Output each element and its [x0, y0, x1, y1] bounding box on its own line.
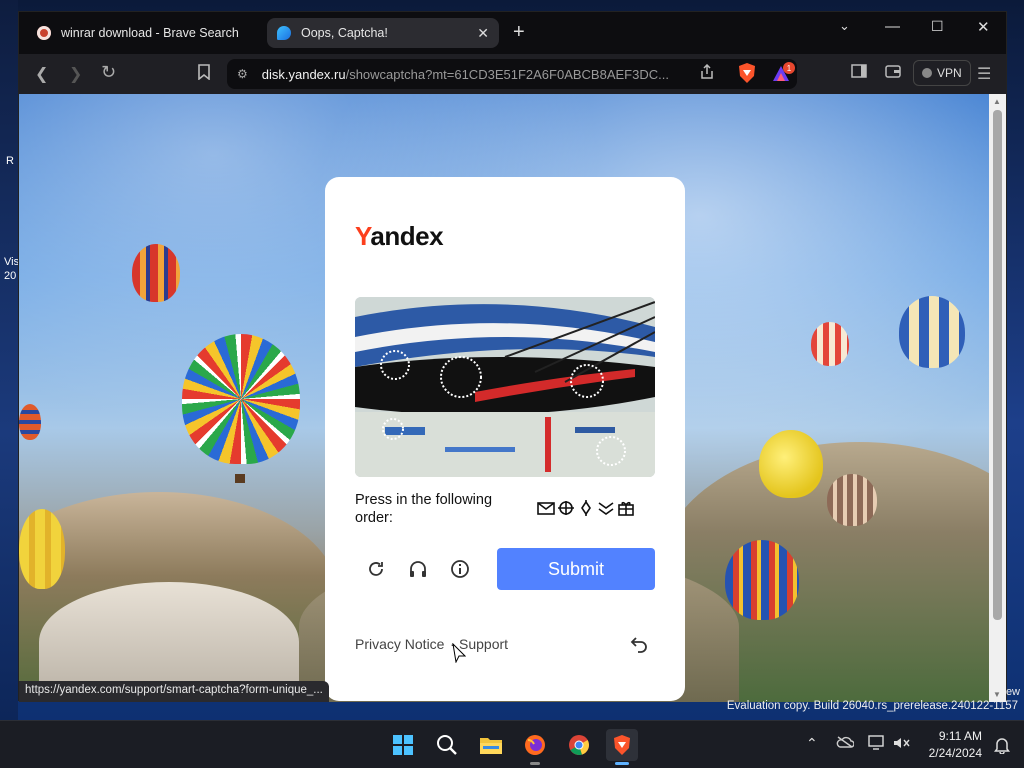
hot-air-balloon [827, 474, 877, 526]
show-hidden-icons-chevron-icon[interactable]: ⌃ [806, 735, 818, 752]
scroll-down-icon[interactable]: ▼ [993, 690, 1001, 699]
captcha-card: Yandex Press in the following order: Sub… [325, 177, 685, 701]
balloon-basket [235, 474, 245, 483]
captcha-image[interactable] [355, 297, 655, 477]
hot-air-balloon [19, 509, 65, 589]
close-tab-icon[interactable]: ✕ [477, 25, 489, 42]
refresh-captcha-icon[interactable] [365, 558, 387, 580]
clock-time: 9:11 AM [938, 729, 982, 743]
double-chevron-icon [597, 499, 615, 517]
brave-shields-icon[interactable] [737, 62, 757, 84]
url-host: disk.yandex.ru [261, 66, 346, 82]
support-link[interactable]: Support [459, 636, 508, 652]
hot-air-balloon [811, 322, 849, 366]
hot-air-balloon [132, 244, 180, 302]
start-icon[interactable] [387, 729, 419, 761]
page-scrollbar[interactable]: ▲ ▼ [989, 94, 1006, 702]
tab-label: winrar download - Brave Search [61, 26, 239, 40]
captcha-instruction: Press in the following order: [355, 492, 493, 526]
vpn-label: VPN [937, 66, 962, 80]
order-icon-sequence [537, 499, 635, 517]
desktop-icon-label: 20 [4, 270, 17, 282]
submit-button[interactable]: Submit [497, 548, 655, 590]
tab-search-chevron-icon[interactable]: ⌄ [839, 18, 850, 34]
minimize-button[interactable]: — [885, 18, 900, 35]
hot-air-balloon [19, 404, 41, 440]
desktop-wallpaper-left: R Vis 20 [0, 0, 20, 720]
link-status-bar: https://yandex.com/support/smart-captcha… [19, 681, 329, 702]
vpn-status-icon [922, 68, 932, 78]
search-icon[interactable] [431, 729, 463, 761]
tab-brave-search[interactable]: winrar download - Brave Search [27, 18, 265, 48]
yandex-disk-favicon-icon [277, 26, 291, 40]
logo-rest: andex [370, 221, 444, 251]
notification-bell-icon[interactable] [994, 736, 1010, 759]
logo-letter: Y [355, 221, 371, 251]
browser-toolbar: ❮ ❯ ↻ ⚙ disk.yandex.ru /showcaptcha?mt=6… [19, 54, 1006, 94]
chrome-icon[interactable] [563, 729, 595, 761]
undo-icon[interactable] [629, 634, 649, 654]
menu-icon[interactable]: ☰ [977, 64, 991, 84]
desktop-icon-label: R [6, 155, 14, 167]
brave-search-favicon-icon [37, 26, 51, 40]
share-icon[interactable] [699, 63, 715, 85]
url-path: /showcaptcha?mt=61CD3E51F2A6F0ABCB8AEF3D… [345, 66, 669, 82]
mouse-cursor-icon [452, 642, 467, 668]
hot-air-balloon [899, 296, 965, 368]
wallet-icon[interactable] [885, 64, 901, 83]
scrollbar-thumb[interactable] [993, 110, 1002, 620]
gift-icon [617, 499, 635, 517]
network-icon[interactable] [868, 735, 886, 754]
onedrive-icon[interactable] [836, 735, 855, 752]
browser-window: winrar download - Brave Search Oops, Cap… [18, 11, 1007, 702]
desktop-icon-label: Vis [4, 256, 20, 268]
brave-icon[interactable] [606, 729, 638, 765]
firefox-icon[interactable] [519, 729, 551, 765]
vpn-button[interactable]: VPN [913, 60, 971, 86]
taskbar: ⌃ 9:11 AM 2/24/2024 [0, 720, 1024, 768]
rewards-badge: 1 [787, 64, 792, 73]
hot-air-balloon [759, 430, 823, 498]
page-viewport: Yandex Press in the following order: Sub… [19, 94, 991, 702]
maximize-button[interactable]: ☐ [931, 18, 944, 35]
new-tab-button[interactable]: + [513, 21, 525, 44]
desktop-icon-label: ew [1005, 686, 1020, 698]
tab-label: Oops, Captcha! [301, 26, 388, 40]
volume-muted-icon[interactable] [892, 735, 910, 754]
bookmark-icon[interactable] [197, 64, 211, 85]
info-icon[interactable] [449, 558, 471, 580]
running-indicator [530, 762, 540, 765]
yandex-logo: Yandex [355, 221, 444, 252]
privacy-notice-link[interactable]: Privacy Notice [355, 636, 444, 652]
site-info-icon[interactable]: ⚙ [237, 67, 248, 81]
hot-air-balloon [182, 334, 300, 464]
running-indicator [615, 762, 629, 765]
envelope-icon [537, 499, 555, 517]
close-window-button[interactable]: ✕ [977, 18, 990, 36]
diamond-pin-icon [577, 499, 595, 517]
file-explorer-icon[interactable] [475, 729, 507, 761]
scroll-up-icon[interactable]: ▲ [993, 97, 1001, 106]
forward-button[interactable]: ❯ [69, 64, 82, 84]
system-clock[interactable]: 9:11 AM 2/24/2024 [929, 728, 982, 762]
tab-strip: winrar download - Brave Search Oops, Cap… [19, 12, 1006, 54]
reload-button[interactable]: ↻ [101, 62, 116, 83]
brave-rewards-icon[interactable]: 1 [771, 62, 795, 84]
sidebar-toggle-icon[interactable] [851, 64, 867, 83]
audio-captcha-icon[interactable] [407, 558, 429, 580]
back-button[interactable]: ❮ [35, 64, 48, 84]
hot-air-balloon [725, 540, 799, 620]
crossed-circle-icon [557, 499, 575, 517]
tab-captcha[interactable]: Oops, Captcha! ✕ [267, 18, 499, 48]
evaluation-watermark: Evaluation copy. Build 26040.rs_prerelea… [726, 700, 1018, 712]
clock-date: 2/24/2024 [928, 746, 982, 760]
